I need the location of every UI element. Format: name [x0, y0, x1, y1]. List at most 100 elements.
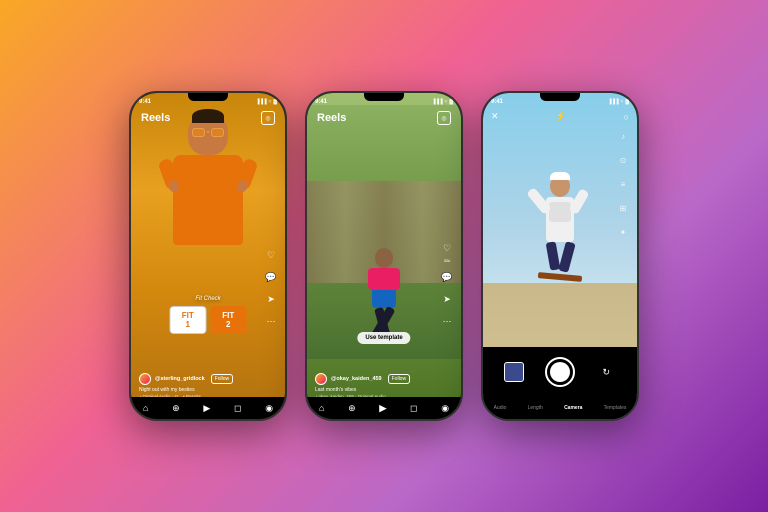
caption: Last month's vibes [315, 387, 453, 393]
status-time: 9:41 [491, 99, 503, 105]
nav-audio[interactable]: Audio [494, 405, 507, 411]
use-template-button[interactable]: Use template [357, 332, 410, 344]
share-icon[interactable]: ➤ [263, 291, 279, 307]
fit-buttons: FIT 1 FIT 2 [170, 306, 247, 334]
glass-right [211, 128, 224, 137]
status-time: 9:41 [139, 99, 151, 105]
username[interactable]: @okay_kaiden_459 [331, 376, 382, 382]
battery-icon: ▓ [625, 99, 629, 105]
nav-shop[interactable]: ◻ [234, 403, 241, 414]
nav-profile[interactable]: ◉ [441, 403, 449, 414]
flip-camera-icon[interactable]: ↻ [596, 362, 616, 382]
bottom-nav: ⌂ ⊕ ▶ ◻ ◉ [131, 397, 285, 419]
nav-home[interactable]: ⌂ [143, 403, 148, 413]
more-icon[interactable]: ⋯ [263, 313, 279, 329]
phone-3: 9:41 ▐▐▐ ≈ ▓ ✕ ⚡ ○ ♪ ⊙ ≡ ⊞ ✦ ↻ [481, 91, 639, 421]
glass-bridge [207, 131, 209, 133]
nav-length[interactable]: Length [528, 405, 543, 411]
fit-1-button[interactable]: FIT 1 [170, 306, 207, 334]
battery-icon: ▓ [449, 99, 453, 105]
signal-icon: ▐▐▐ [608, 99, 619, 105]
skater-head [550, 175, 570, 197]
nav-reels[interactable]: ▶ [379, 403, 386, 414]
glass-left [192, 128, 205, 137]
comment-icon[interactable]: 💬 [439, 269, 455, 285]
phone-1: 9:41 ▐▐▐ ≈ ▓ Reels ◎ ♡ 💬 ➤ ⋯ Fit Check F [129, 91, 287, 421]
skater-leg-right [558, 241, 575, 273]
like-icon[interactable]: ♡ [439, 240, 455, 256]
gallery-thumbnail[interactable] [504, 362, 524, 382]
arm-left [157, 158, 180, 191]
person-body [173, 155, 243, 245]
reels-header: Reels ◎ [307, 109, 461, 127]
phone-2: 9:41 ▐▐▐ ≈ ▓ Reels ◎ ♡ 32k 💬 ➤ ⋯ Use tem… [305, 91, 463, 421]
nav-reels[interactable]: ▶ [203, 403, 210, 414]
person-arms [157, 160, 259, 180]
dancer-background [307, 105, 461, 359]
dancer-jacket [368, 268, 400, 290]
status-icons: ▐▐▐ ≈ ▓ [608, 99, 629, 105]
nav-templates[interactable]: Templates [604, 405, 627, 411]
flash-icon[interactable]: ⚡ [555, 111, 566, 122]
dancer-head [375, 248, 393, 268]
skater-container [530, 175, 590, 305]
status-icons: ▐▐▐ ≈ ▓ [432, 99, 453, 105]
recording-controls: ↻ [483, 347, 637, 397]
settings-icon[interactable]: ○ [624, 112, 629, 122]
username[interactable]: @sterling_gridlock [155, 376, 205, 382]
nav-search[interactable]: ⊕ [172, 403, 180, 414]
phone-1-screen: 9:41 ▐▐▐ ≈ ▓ Reels ◎ ♡ 💬 ➤ ⋯ Fit Check F [131, 93, 285, 419]
reels-title: Reels [317, 112, 346, 124]
timer-tool[interactable]: ⊙ [615, 152, 631, 168]
nav-search[interactable]: ⊕ [348, 403, 356, 414]
user-row: @okay_kaiden_459 Follow [315, 373, 453, 385]
effects-tool[interactable]: ✦ [615, 224, 631, 240]
skater-helmet [550, 172, 570, 180]
skater-shirt [549, 202, 571, 222]
speed-tool[interactable]: ≡ [615, 176, 631, 192]
nav-camera[interactable]: Camera [564, 405, 582, 411]
more-icon[interactable]: ⋯ [439, 313, 455, 329]
like-icon[interactable]: ♡ [263, 247, 279, 263]
skater-leg-left [546, 241, 561, 270]
arm-right [235, 158, 258, 191]
bottom-nav: ⌂ ⊕ ▶ ◻ ◉ [307, 397, 461, 419]
caption: Night out with my besties [139, 387, 277, 393]
phone-notch [188, 93, 228, 101]
phone-3-screen: 9:41 ▐▐▐ ≈ ▓ ✕ ⚡ ○ ♪ ⊙ ≡ ⊞ ✦ ↻ [483, 93, 637, 419]
dancer-figure [372, 248, 396, 308]
dancer-container [307, 105, 461, 359]
reels-title: Reels [141, 112, 170, 124]
user-row: @sterling_gridlock Follow [139, 373, 277, 385]
hand-left [167, 179, 181, 194]
music-tool[interactable]: ♪ [615, 128, 631, 144]
fit-check-label: Fit Check [170, 296, 247, 302]
share-icon[interactable]: ➤ [439, 291, 455, 307]
reels-header: Reels ◎ [131, 109, 285, 127]
nav-home[interactable]: ⌂ [319, 403, 324, 413]
dancer-body [372, 268, 396, 308]
hand-right [236, 179, 250, 194]
fit-2-button[interactable]: FIT 2 [210, 306, 247, 334]
person-glasses [192, 127, 224, 137]
skater-arm-left [526, 187, 552, 215]
skater-body [546, 197, 574, 242]
status-time: 9:41 [315, 99, 327, 105]
align-tool[interactable]: ⊞ [615, 200, 631, 216]
comment-icon[interactable]: 💬 [263, 269, 279, 285]
phone-2-screen: 9:41 ▐▐▐ ≈ ▓ Reels ◎ ♡ 32k 💬 ➤ ⋯ Use tem… [307, 93, 461, 419]
wifi-icon: ≈ [445, 99, 448, 105]
camera-icon[interactable]: ◎ [261, 111, 275, 125]
nav-profile[interactable]: ◉ [265, 403, 273, 414]
nav-shop[interactable]: ◻ [410, 403, 417, 414]
user-avatar [139, 373, 151, 385]
skateboard [538, 272, 582, 282]
record-button[interactable] [545, 357, 575, 387]
battery-icon: ▓ [273, 99, 277, 105]
camera-icon[interactable]: ◎ [437, 111, 451, 125]
follow-button[interactable]: Follow [211, 374, 233, 384]
signal-icon: ▐▐▐ [256, 99, 267, 105]
follow-button[interactable]: Follow [388, 374, 410, 384]
right-actions: ♡ 32k 💬 ➤ ⋯ [439, 240, 455, 329]
close-icon[interactable]: ✕ [491, 111, 499, 122]
